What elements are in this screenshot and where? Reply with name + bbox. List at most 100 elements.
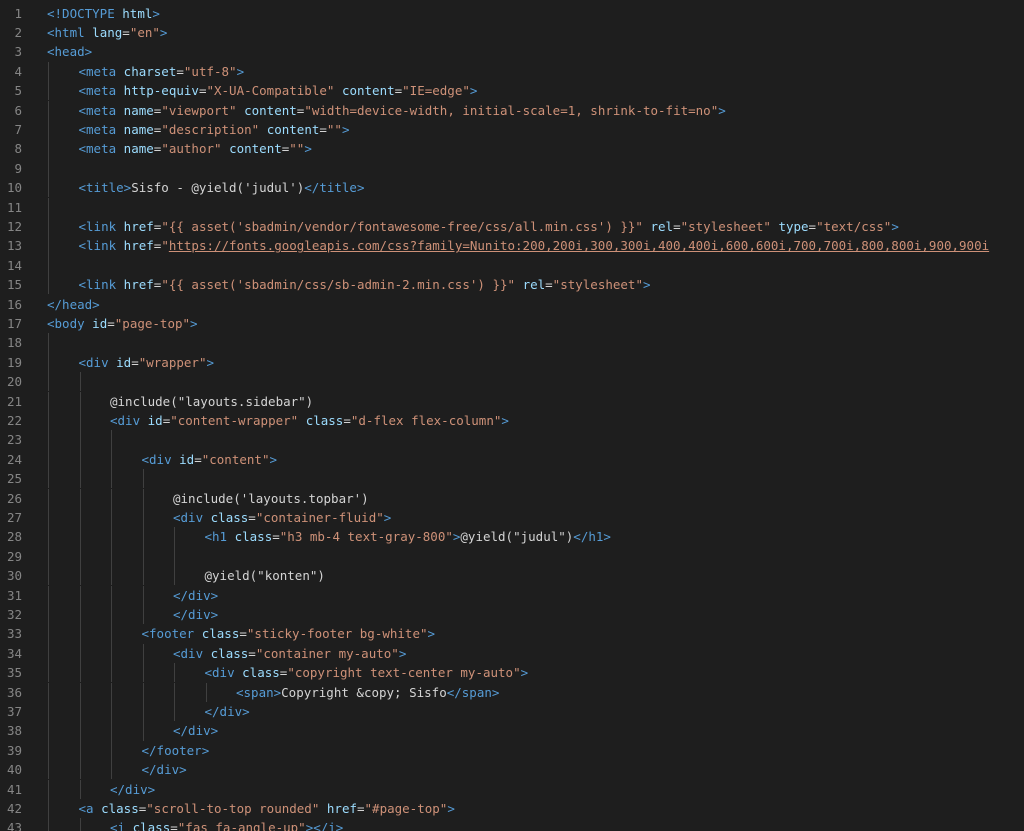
code-line[interactable]: 11 bbox=[0, 197, 1024, 217]
code-line[interactable]: 5 <meta http-equiv="X-UA-Compatible" cont… bbox=[0, 81, 1024, 101]
indent-guide bbox=[79, 643, 81, 664]
indent-guide bbox=[79, 721, 81, 741]
code-line[interactable]: 40 </div> bbox=[0, 760, 1024, 780]
indent-guide bbox=[142, 527, 144, 547]
code-line[interactable]: 2 <html lang="en"> bbox=[0, 23, 1024, 42]
code-line[interactable]: 32 </div> bbox=[0, 604, 1024, 625]
code-line[interactable]: 4 <meta charset="utf-8"> bbox=[0, 61, 1024, 82]
line-number: 33 bbox=[6, 626, 22, 642]
code-line[interactable]: 17 <body id="page-top"> bbox=[0, 314, 1024, 333]
code-line[interactable]: 6 <meta name="viewport" content="width=de… bbox=[0, 100, 1024, 120]
line-code: </div> bbox=[110, 780, 155, 799]
line-number: 2 bbox=[14, 24, 22, 40]
code-token: = bbox=[170, 820, 178, 831]
code-line[interactable]: 39 </footer> bbox=[0, 740, 1024, 761]
code-token: class bbox=[210, 645, 249, 661]
code-token: "" bbox=[326, 121, 342, 137]
line-number: 8 bbox=[14, 141, 22, 157]
code-line[interactable]: 15 <link href = "{{ asset('sbadmin/css/sb-a… bbox=[0, 275, 1024, 295]
code-line[interactable]: 28 <h1 class="h3 mb-4 text-gray-800">@yie… bbox=[0, 527, 1024, 547]
code-token: > bbox=[642, 277, 651, 293]
code-token: > bbox=[447, 800, 455, 816]
code-line[interactable]: 29 bbox=[0, 546, 1024, 567]
code-token: > bbox=[341, 121, 350, 137]
code-line[interactable]: 18 bbox=[0, 333, 1024, 353]
line-number: 13 bbox=[6, 238, 22, 254]
indent-guide bbox=[79, 604, 81, 625]
code-token: > bbox=[469, 83, 478, 99]
code-line[interactable]: 21 @include("layouts.sidebar") bbox=[0, 391, 1024, 411]
code-token: class bbox=[201, 626, 240, 642]
code-line[interactable]: 27 <div class="container-fluid"> bbox=[0, 507, 1024, 528]
code-line[interactable]: 43 <i class="fas fa-angle-up"></i> bbox=[0, 818, 1024, 831]
code-line[interactable]: 31 </div> bbox=[0, 585, 1024, 605]
code-line[interactable]: 35 <div class="copyright text-center my-a… bbox=[0, 663, 1024, 683]
indent-guide bbox=[48, 197, 49, 217]
code-token: </footer> bbox=[141, 742, 210, 758]
code-token: "content-wrapper" bbox=[170, 412, 299, 428]
code-token: = bbox=[343, 412, 351, 428]
code-line[interactable]: 33 <footer class="sticky-footer bg-white"… bbox=[0, 624, 1024, 644]
code-token: = bbox=[357, 800, 365, 816]
code-line[interactable]: 20 bbox=[0, 372, 1024, 392]
code-token: > bbox=[159, 24, 168, 40]
code-editor[interactable]: 1 <!DOCTYPE html> 2 <html lang="en"> 3 <head>… bbox=[0, 0, 1024, 831]
code-line[interactable]: 41 </div> bbox=[0, 779, 1024, 799]
indent-guide bbox=[174, 701, 175, 722]
indent-guide bbox=[142, 721, 144, 741]
code-line[interactable]: 16 </head> bbox=[0, 295, 1024, 314]
code-token: <div bbox=[204, 665, 235, 681]
code-line[interactable]: 22 <div id="content-wrapper" class="d-fle… bbox=[0, 410, 1024, 431]
code-token: id bbox=[147, 412, 163, 428]
line-code: <body id="page-top"> bbox=[47, 314, 198, 333]
code-line[interactable]: 37 </div> bbox=[0, 701, 1024, 722]
line-number: 32 bbox=[6, 606, 22, 622]
indent-guide bbox=[48, 352, 49, 373]
code-line[interactable]: 34 <div class="container my-auto"> bbox=[0, 643, 1024, 664]
code-line[interactable]: 12 <link href = "{{ asset('sbadmin/vendor/f… bbox=[0, 216, 1024, 237]
code-token: "wrapper" bbox=[138, 354, 207, 370]
indent-guide bbox=[111, 469, 112, 489]
code-line[interactable]: 13 <link href="https://fonts.googleapis.c… bbox=[0, 236, 1024, 256]
indent-guide bbox=[48, 216, 49, 237]
line-code: <meta name="description" content=""> bbox=[79, 120, 350, 139]
code-token: = bbox=[808, 218, 817, 234]
code-token: rel bbox=[650, 218, 674, 234]
code-line[interactable]: 25 bbox=[0, 469, 1024, 489]
code-line[interactable]: 24 <div id="content"> bbox=[0, 449, 1024, 470]
code-token: = bbox=[319, 121, 327, 137]
code-line[interactable]: 7 <meta name="description" content=""> bbox=[0, 119, 1024, 140]
code-line[interactable]: 3 <head> bbox=[0, 42, 1024, 61]
indent-guide bbox=[79, 818, 81, 831]
code-line[interactable]: 23 bbox=[0, 430, 1024, 450]
indent-guide bbox=[142, 566, 144, 586]
line-number: 14 bbox=[6, 257, 22, 273]
code-line[interactable]: 14 bbox=[0, 255, 1024, 276]
code-token: "" bbox=[289, 141, 305, 157]
code-line[interactable]: 10 <title>Sisfo - @yield('judul')</title> bbox=[0, 178, 1024, 198]
indent-guide bbox=[48, 139, 49, 159]
indent-guide bbox=[111, 585, 112, 605]
code-line[interactable]: 9 bbox=[0, 158, 1024, 179]
code-token: class bbox=[101, 800, 139, 816]
code-token: content bbox=[266, 121, 320, 137]
code-line[interactable]: 26 @include('layouts.topbar') bbox=[0, 488, 1024, 508]
line-code: </div> bbox=[173, 586, 218, 605]
line-number: 11 bbox=[6, 199, 22, 215]
code-line[interactable]: 1 <!DOCTYPE html> bbox=[0, 4, 1024, 23]
code-line[interactable]: 36 <span>Copyright &copy; Sisfo</span> bbox=[0, 682, 1024, 702]
code-token: rel bbox=[522, 277, 546, 293]
code-line[interactable]: 19 <div id="wrapper"> bbox=[0, 352, 1024, 373]
code-line[interactable]: 30 @yield("konten") bbox=[0, 566, 1024, 586]
line-number: 26 bbox=[6, 490, 22, 506]
code-line[interactable]: 38 </div> bbox=[0, 721, 1024, 741]
code-token: <span> bbox=[236, 684, 282, 700]
line-number: 6 bbox=[14, 102, 22, 118]
code-token: Copyright &copy; Sisfo bbox=[281, 684, 447, 700]
code-token: </div> bbox=[110, 781, 156, 797]
code-line[interactable]: 42 <a class="scroll-to-top rounded" href=… bbox=[0, 798, 1024, 819]
code-line[interactable]: 8 <meta name="author" content=""> bbox=[0, 139, 1024, 159]
